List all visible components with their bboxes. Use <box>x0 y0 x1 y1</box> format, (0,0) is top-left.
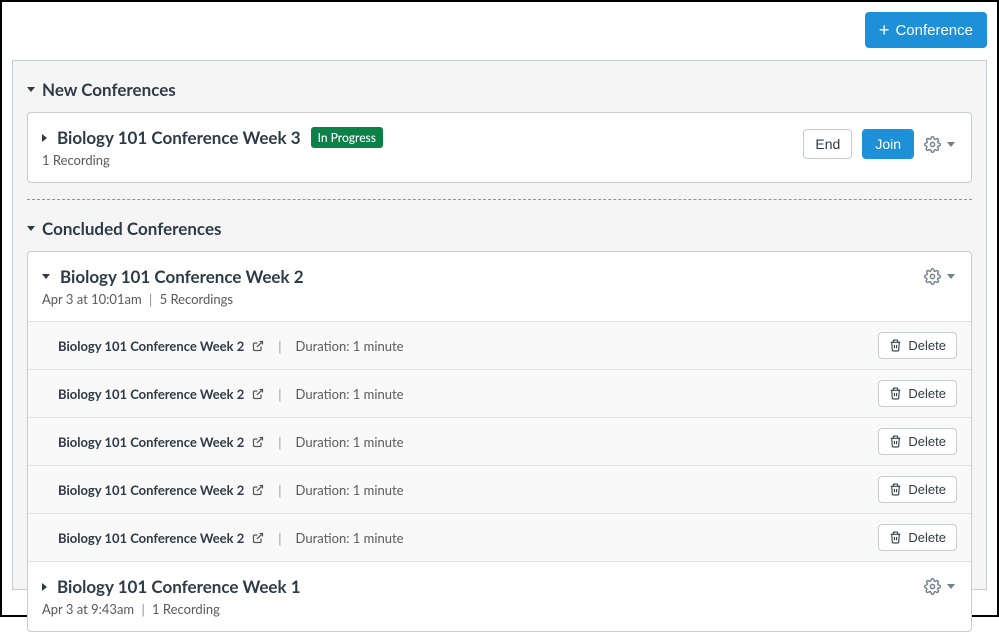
external-link-icon <box>252 436 264 448</box>
separator: | <box>278 530 281 546</box>
conference-title[interactable]: Biology 101 Conference Week 3 <box>57 127 301 148</box>
conference-row: Biology 101 Conference Week 1 Apr 3 at 9… <box>28 561 971 631</box>
delete-button[interactable]: Delete <box>878 476 957 503</box>
delete-label: Delete <box>908 386 946 401</box>
caret-down-icon[interactable] <box>42 274 50 279</box>
delete-button[interactable]: Delete <box>878 380 957 407</box>
recording-duration: Duration: 1 minute <box>296 338 404 354</box>
caret-right-icon[interactable] <box>42 134 47 142</box>
concluded-conferences-card: Biology 101 Conference Week 2 Apr 3 at 1… <box>27 251 972 632</box>
recording-row: Biology 101 Conference Week 2 | Duration: … <box>28 465 971 513</box>
conference-row: Biology 101 Conference Week 2 Apr 3 at 1… <box>28 252 971 321</box>
trash-icon <box>889 339 902 352</box>
caret-down-icon <box>947 274 955 279</box>
join-button[interactable]: Join <box>862 129 914 159</box>
separator: | <box>278 386 281 402</box>
trash-icon <box>889 531 902 544</box>
external-link-icon <box>252 532 264 544</box>
plus-icon: + <box>879 21 890 39</box>
conference-settings-menu[interactable] <box>924 578 955 595</box>
caret-right-icon[interactable] <box>42 583 47 591</box>
recording-title[interactable]: Biology 101 Conference Week 2 <box>58 530 244 546</box>
external-link-icon <box>252 388 264 400</box>
separator: | <box>278 338 281 354</box>
delete-button[interactable]: Delete <box>878 428 957 455</box>
caret-down-icon <box>27 87 35 92</box>
trash-icon <box>889 435 902 448</box>
conference-title[interactable]: Biology 101 Conference Week 2 <box>60 266 304 287</box>
recording-duration: Duration: 1 minute <box>296 530 404 546</box>
recording-title[interactable]: Biology 101 Conference Week 2 <box>58 386 244 402</box>
recording-title[interactable]: Biology 101 Conference Week 2 <box>58 434 244 450</box>
external-link-icon <box>252 340 264 352</box>
new-conference-card: Biology 101 Conference Week 3 In Progres… <box>27 112 972 183</box>
separator: | <box>278 482 281 498</box>
gear-icon <box>924 136 941 153</box>
external-link-icon <box>252 484 264 496</box>
conference-date: Apr 3 at 9:43am <box>42 601 134 617</box>
recording-row: Biology 101 Conference Week 2 | Duration: … <box>28 417 971 465</box>
new-conferences-title: New Conferences <box>42 79 176 100</box>
delete-label: Delete <box>908 530 946 545</box>
end-button[interactable]: End <box>803 129 852 159</box>
recording-title[interactable]: Biology 101 Conference Week 2 <box>58 482 244 498</box>
delete-button[interactable]: Delete <box>878 524 957 551</box>
trash-icon <box>889 387 902 400</box>
recording-row: Biology 101 Conference Week 2 | Duration: … <box>28 321 971 369</box>
recording-title[interactable]: Biology 101 Conference Week 2 <box>58 338 244 354</box>
recording-count: 1 Recording <box>152 601 220 617</box>
recording-row: Biology 101 Conference Week 2 | Duration: … <box>28 369 971 417</box>
conference-settings-menu[interactable] <box>924 136 955 153</box>
gear-icon <box>924 268 941 285</box>
delete-label: Delete <box>908 434 946 449</box>
conference-date: Apr 3 at 10:01am <box>42 291 142 307</box>
trash-icon <box>889 483 902 496</box>
new-conference-button[interactable]: + Conference <box>865 12 987 48</box>
concluded-conferences-header[interactable]: Concluded Conferences <box>27 218 972 239</box>
caret-down-icon <box>947 584 955 589</box>
separator: | <box>141 601 144 617</box>
recording-count: 5 Recordings <box>160 291 233 307</box>
conference-subtext: 1 Recording <box>42 152 383 168</box>
caret-down-icon <box>947 142 955 147</box>
delete-label: Delete <box>908 338 946 353</box>
section-divider <box>27 199 972 200</box>
new-conferences-header[interactable]: New Conferences <box>27 79 972 100</box>
recording-duration: Duration: 1 minute <box>296 434 404 450</box>
conference-settings-menu[interactable] <box>924 268 955 285</box>
conferences-panel: New Conferences Biology 101 Conference W… <box>12 60 987 590</box>
recording-duration: Duration: 1 minute <box>296 386 404 402</box>
concluded-conferences-title: Concluded Conferences <box>42 218 222 239</box>
separator: | <box>278 434 281 450</box>
status-badge: In Progress <box>311 127 383 148</box>
new-conference-label: Conference <box>895 22 973 39</box>
conference-title[interactable]: Biology 101 Conference Week 1 <box>57 576 301 597</box>
recording-duration: Duration: 1 minute <box>296 482 404 498</box>
recording-row: Biology 101 Conference Week 2 | Duration: … <box>28 513 971 561</box>
gear-icon <box>924 578 941 595</box>
separator: | <box>149 291 152 307</box>
caret-down-icon <box>27 226 35 231</box>
delete-button[interactable]: Delete <box>878 332 957 359</box>
recordings-list: Biology 101 Conference Week 2 | Duration: … <box>28 321 971 561</box>
delete-label: Delete <box>908 482 946 497</box>
